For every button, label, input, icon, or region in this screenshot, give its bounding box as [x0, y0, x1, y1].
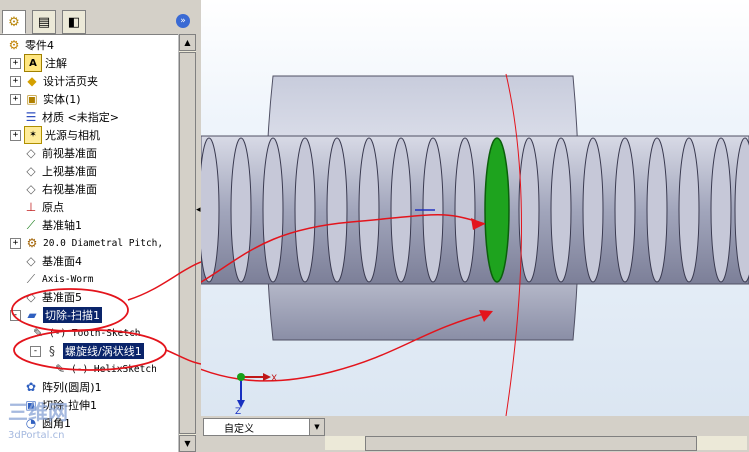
triad-z-label: Z	[235, 407, 241, 416]
feature-manager-panel: ⚙ ▤ ◧ » ⚙ 零件4 + A 注解 + ◆ 设计活页夹 + ▣ 实体(1) ☰ 材质 <…	[0, 0, 197, 452]
annotation-icon: A	[24, 54, 42, 72]
scroll-thumb[interactable]	[365, 436, 697, 451]
tree-item-design-binder[interactable]: + ◆ 设计活页夹	[10, 72, 98, 90]
configuration-icon: ◧	[67, 14, 81, 30]
feature-tree-icon: ⚙	[8, 14, 20, 30]
expand-toggle[interactable]: +	[10, 129, 21, 141]
collapse-toggle[interactable]: -	[30, 345, 41, 357]
tree-root[interactable]: ⚙ 零件4	[6, 36, 54, 54]
circular-pattern-icon: ✿	[25, 380, 37, 394]
model-viewport: X Z	[201, 73, 749, 416]
reference-triad: X Z	[235, 373, 277, 416]
expand-toggle[interactable]: +	[10, 237, 21, 249]
feature-manager-tab[interactable]: ⚙	[2, 10, 26, 34]
axis-icon: ⟋	[26, 271, 36, 286]
property-manager-tab[interactable]: ▤	[32, 10, 56, 34]
graphics-area[interactable]: X Z	[201, 0, 749, 416]
feature-tree: ⚙ 零件4 + A 注解 + ◆ 设计活页夹 + ▣ 实体(1) ☰ 材质 <未指定> + ✶ 光…	[0, 34, 178, 452]
tree-item-material[interactable]: ☰ 材质 <未指定>	[10, 108, 119, 126]
plane-icon: ◇	[26, 182, 36, 196]
tree-item-plane4[interactable]: ◇ 基准面4	[10, 252, 82, 270]
gear-feature-icon: ⚙	[26, 236, 38, 250]
tree-item-axis1[interactable]: ⟋ 基准轴1	[10, 216, 82, 234]
solid-bodies-icon: ▣	[26, 92, 38, 106]
scroll-thumb[interactable]	[179, 52, 196, 434]
splitter-grip-icon: ◂	[196, 205, 201, 215]
dropdown-arrow-icon[interactable]: ▼	[309, 419, 324, 435]
selected-tooth-profile	[484, 137, 510, 283]
swept-cut-icon: ▰	[27, 308, 37, 322]
triad-x-label: X	[271, 374, 277, 384]
sketch-icon: ✎	[54, 362, 66, 376]
plane-icon: ◇	[26, 290, 36, 304]
expand-icon[interactable]: »	[176, 14, 190, 28]
scroll-up-icon[interactable]: ▲	[179, 34, 196, 51]
expand-toggle[interactable]: +	[10, 57, 21, 69]
tree-item-top-plane[interactable]: ◇ 上视基准面	[10, 162, 97, 180]
tree-item-right-plane[interactable]: ◇ 右视基准面	[10, 180, 97, 198]
expand-toggle[interactable]: +	[10, 93, 21, 105]
lights-cameras-icon: ✶	[24, 126, 42, 144]
tree-item-helix[interactable]: - § 螺旋线/涡状线1	[30, 342, 144, 360]
sketch-icon: ✎	[32, 326, 44, 340]
scroll-down-icon[interactable]: ▼	[179, 435, 196, 452]
plane-icon: ◇	[26, 254, 36, 268]
tree-item-circular-pattern[interactable]: ✿ 阵列(圆周)1	[10, 378, 102, 396]
tree-item-axis-worm[interactable]: ⟋ Axis-Worm	[10, 270, 94, 288]
helix-icon: §	[49, 344, 55, 358]
tree-item-gear-feature[interactable]: + ⚙ 20.0 Diametral Pitch,	[10, 234, 163, 252]
tree-item-front-plane[interactable]: ◇ 前视基准面	[10, 144, 97, 162]
tree-scrollbar[interactable]: ▲ ▼	[178, 34, 196, 452]
tree-item-swept-cut[interactable]: - ▰ 切除-扫描1	[10, 306, 102, 324]
configuration-manager-tab[interactable]: ◧	[62, 10, 86, 34]
plane-icon: ◇	[26, 164, 36, 178]
part-icon: ⚙	[8, 38, 20, 52]
tree-item-tooth-sketch[interactable]: ✎ (-) Tooth-Sketch	[30, 324, 141, 342]
panel-tabs: ⚙ ▤ ◧ »	[0, 0, 196, 35]
axis-icon: ⟋	[26, 217, 36, 232]
plane-icon: ◇	[26, 146, 36, 160]
tree-item-lights-cameras[interactable]: + ✶ 光源与相机	[10, 126, 100, 144]
view-bottom-bar: 自定义 ▼	[201, 416, 749, 452]
material-icon: ☰	[25, 110, 37, 124]
expand-toggle[interactable]: +	[10, 75, 21, 87]
view-orientation-value: 自定义	[224, 423, 254, 435]
design-binder-icon: ◆	[27, 74, 37, 88]
tree-item-helix-sketch[interactable]: ✎ (-) HelixSketch	[52, 360, 157, 378]
property-icon: ▤	[37, 14, 51, 30]
watermark-brand: 三维网	[8, 400, 68, 424]
collapse-toggle[interactable]: -	[10, 309, 21, 321]
watermark-url: 3dPortal.cn	[8, 430, 65, 441]
origin-icon: ⊥	[25, 200, 37, 214]
tree-item-annotations[interactable]: + A 注解	[10, 54, 67, 72]
view-orientation-select[interactable]: 自定义 ▼	[203, 418, 325, 436]
tree-item-origin[interactable]: ⊥ 原点	[10, 198, 64, 216]
tree-root-label: 零件4	[25, 39, 54, 52]
view-horizontal-scrollbar[interactable]	[325, 436, 747, 451]
tree-item-plane5[interactable]: ◇ 基准面5	[10, 288, 82, 306]
tree-item-solid-bodies[interactable]: + ▣ 实体(1)	[10, 90, 81, 108]
